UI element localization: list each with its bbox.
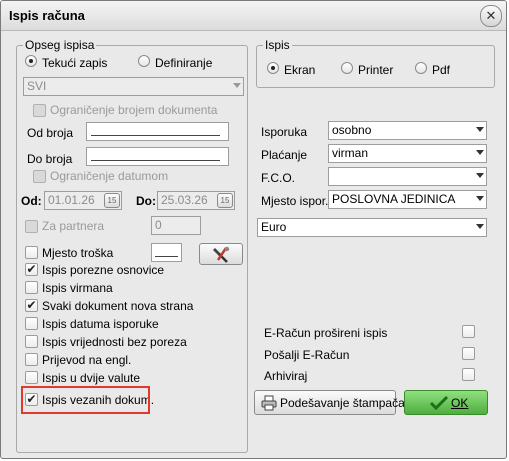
chevron-down-icon [233, 83, 241, 88]
checkbox-mjesto-troska[interactable] [25, 246, 38, 259]
checkbox-ogranicenje-datum[interactable] [33, 170, 46, 183]
placanje-label: Plaćanje [261, 148, 308, 162]
checkbox-e-racun-prosireni[interactable] [462, 325, 475, 338]
mjesto-troska-label: Mjesto troška [42, 246, 114, 260]
checkbox-option[interactable]: ✔ [25, 299, 38, 312]
posalji-e-racun-label: Pošalji E-Račun [264, 348, 350, 362]
chevron-down-icon [476, 224, 484, 229]
mjesto-troska-underline [155, 256, 178, 257]
isporuka-value: osobno [332, 123, 372, 137]
ogranicenje-datum-label: Ograničenje datumom [50, 169, 169, 183]
checkbox-za-partnera[interactable] [25, 220, 38, 233]
od-broja-underline [91, 135, 220, 136]
do-calendar-button[interactable]: 15 [217, 193, 233, 208]
checkbox-posalji-e-racun[interactable] [462, 347, 475, 360]
do-broja-underline [91, 160, 220, 161]
chevron-down-icon [476, 127, 484, 132]
checkbox-option[interactable] [25, 317, 38, 330]
printer-setup-label: Podešavanje štampača [280, 396, 405, 410]
e-racun-prosireni-label: E-Račun prošireni ispis [264, 326, 388, 340]
fco-label: F.C.O. [261, 171, 296, 185]
printer-setup-button[interactable]: Podešavanje štampača [254, 390, 405, 415]
partner-input[interactable]: 0 [151, 216, 201, 235]
checkbox-option[interactable]: ✔ [25, 263, 38, 276]
od-broja-label: Od broja [27, 126, 74, 140]
radio-pdf-label: Pdf [432, 63, 451, 77]
checkbox-ogranicenje-broj[interactable] [33, 104, 46, 117]
radio-definiranje-label: Definiranje [155, 56, 213, 70]
partner-value: 0 [155, 218, 162, 232]
ok-button[interactable]: OK [404, 390, 488, 415]
checkbox-option[interactable] [25, 371, 38, 384]
currency-value: Euro [261, 220, 287, 234]
checkbox-option-label: Svaki dokument nova strana [42, 299, 194, 313]
arhiviraj-label: Arhiviraj [264, 369, 308, 383]
printer-icon [261, 395, 277, 411]
checkbox-option[interactable] [25, 281, 38, 294]
mjesto-troska-input[interactable] [151, 243, 182, 262]
od-date-value: 01.01.26 [48, 193, 95, 207]
checkbox-option-label: Ispis porezne osnovice [42, 263, 165, 277]
mjesto-ispor-label: Mjesto ispor. [261, 194, 329, 208]
radio-tekuci-zapis[interactable] [25, 55, 37, 67]
calendar-icon: 15 [220, 196, 230, 205]
close-button[interactable]: ✕ [480, 5, 502, 27]
checkbox-option-label: Ispis datuma isporuke [42, 317, 159, 331]
do-date-value: 25.03.26 [161, 193, 208, 207]
od-calendar-button[interactable]: 15 [104, 193, 120, 208]
ok-label: OK [451, 396, 469, 410]
scope-select-value: SVI [27, 79, 47, 93]
checkbox-option-label: Ispis virmana [42, 281, 113, 295]
radio-ekran-label: Ekran [284, 63, 316, 77]
isporuka-label: Isporuka [261, 125, 308, 139]
checkbox-option-label: Prijevod na engl. [42, 353, 132, 367]
mjesto-ispor-select[interactable]: POSLOVNA JEDINICA [328, 190, 487, 209]
do-broja-label: Do broja [27, 152, 73, 166]
scope-group-title: Opseg ispisa [23, 38, 97, 52]
radio-pdf[interactable] [415, 62, 427, 74]
do-date-label: Do: [136, 194, 156, 208]
radio-printer[interactable] [341, 62, 353, 74]
chevron-down-icon [476, 196, 484, 201]
od-date-label: Od: [21, 194, 42, 208]
fco-select[interactable] [328, 167, 487, 186]
radio-tekuci-label: Tekući zapis [42, 56, 108, 70]
mjesto-ispor-value: POSLOVNA JEDINICA [332, 192, 456, 206]
checkbox-arhiviraj[interactable] [462, 368, 475, 381]
ogranicenje-broj-label: Ograničenje brojem dokumenta [50, 103, 218, 117]
isporuka-select[interactable]: osobno [328, 121, 487, 140]
output-group-title: Ispis [263, 38, 292, 52]
radio-printer-label: Printer [358, 63, 394, 77]
chevron-down-icon [476, 173, 484, 178]
checkmark-icon [430, 395, 448, 411]
close-icon: ✕ [485, 8, 497, 23]
mjesto-troska-lookup-button[interactable] [199, 243, 243, 265]
checkbox-option-label: Ispis vrijednosti bez poreza [42, 335, 187, 349]
do-broja-input[interactable] [86, 147, 229, 166]
tools-icon [213, 246, 230, 263]
window-title: Ispis računa [9, 8, 85, 23]
checkbox-option-label: Ispis u dvije valute [42, 371, 141, 385]
currency-select[interactable]: Euro [257, 218, 487, 237]
placanje-select[interactable]: virman [328, 144, 487, 163]
dialog-window: Ispis računa ✕ Opseg ispisa Tekući zapis… [0, 0, 507, 459]
od-broja-input[interactable] [86, 122, 229, 141]
radio-ekran[interactable] [267, 62, 279, 74]
placanje-value: virman [332, 146, 369, 160]
checkbox-option[interactable] [25, 353, 38, 366]
chevron-down-icon [476, 150, 484, 155]
za-partnera-label: Za partnera [42, 219, 105, 233]
calendar-icon: 15 [107, 196, 117, 205]
checkbox-option[interactable] [25, 335, 38, 348]
radio-definiranje[interactable] [138, 55, 150, 67]
title-bar: Ispis računa ✕ [1, 1, 506, 31]
highlight-ispis-vezanih [21, 386, 150, 414]
scope-select[interactable]: SVI [23, 77, 244, 96]
